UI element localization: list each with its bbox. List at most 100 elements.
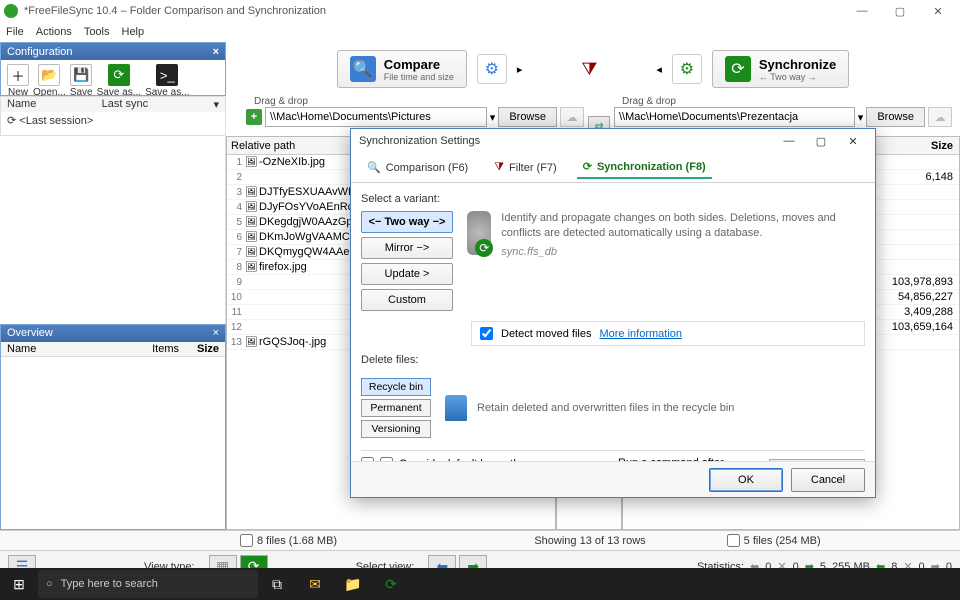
- overview-close-icon[interactable]: ×: [213, 327, 219, 340]
- menu-file[interactable]: File: [6, 26, 24, 38]
- browse-right-button[interactable]: Browse: [866, 107, 925, 127]
- chevron-down-icon[interactable]: ▾: [858, 111, 864, 124]
- sync-settings-dialog: Synchronization Settings — ▢ ✕ 🔍Comparis…: [350, 128, 876, 498]
- override-log-label: Override default log path:: [399, 458, 523, 462]
- variant-description: Identify and propagate changes on both s…: [501, 212, 836, 239]
- overview-col-name: Name: [7, 343, 135, 355]
- sync-icon: ⟳: [725, 56, 751, 82]
- tab-synchronization[interactable]: ⟳Synchronization (F8): [577, 156, 712, 179]
- browse-left-button[interactable]: Browse: [498, 107, 557, 127]
- cloud-icon[interactable]: ☁: [928, 107, 952, 127]
- saveas-batch[interactable]: >_Save as...: [145, 64, 189, 98]
- config-col-last-sync: Last sync: [102, 98, 148, 111]
- arrow-icon: ◂: [656, 63, 662, 76]
- status-bar: 8 files (1.68 MB) Showing 13 of 13 rows …: [0, 530, 960, 550]
- row-count: Showing 13 of 13 rows: [534, 535, 645, 547]
- search-placeholder: Type here to search: [61, 578, 158, 590]
- config-col-name: Name: [7, 98, 36, 111]
- dialog-maximize[interactable]: ▢: [807, 135, 835, 148]
- dragdrop-label-right: Drag & drop: [614, 96, 952, 107]
- dialog-title: Synchronization Settings: [359, 135, 775, 147]
- add-folder-pair-button[interactable]: +: [246, 109, 262, 125]
- left-summary: 8 files (1.68 MB): [257, 535, 337, 547]
- task-view-icon[interactable]: ⧉: [258, 568, 296, 600]
- window-title: *FreeFileSync 10.4 – Folder Comparison a…: [24, 5, 844, 17]
- save-config[interactable]: 💾Save: [70, 64, 93, 98]
- dragdrop-label-left: Drag & drop: [246, 96, 584, 107]
- synchronize-button[interactable]: ⟳ Synchronize← Two way →: [712, 50, 849, 88]
- chevron-down-icon[interactable]: ▾: [213, 98, 219, 111]
- more-info-link[interactable]: More information: [599, 328, 682, 340]
- sync-label: Synchronize: [759, 57, 836, 72]
- minimize-button[interactable]: —: [844, 0, 880, 22]
- left-path-input[interactable]: [265, 107, 487, 127]
- override-log-expand[interactable]: [361, 457, 374, 461]
- configuration-panel: Configuration × ＋New📂Open...💾Save⟳Save a…: [0, 42, 226, 96]
- delete-files-label: Delete files:: [361, 354, 865, 366]
- explorer-icon[interactable]: 📁: [334, 568, 372, 600]
- menu-actions[interactable]: Actions: [36, 26, 72, 38]
- overview-col-items: Items: [135, 343, 179, 355]
- delete-permanent[interactable]: Permanent: [361, 399, 431, 417]
- delete-description: Retain deleted and overwritten files in …: [477, 402, 734, 414]
- menu-bar: File Actions Tools Help: [0, 22, 960, 42]
- right-select-all[interactable]: [727, 534, 740, 547]
- compare-tab-icon: 🔍: [367, 161, 381, 174]
- titlebar: *FreeFileSync 10.4 – Folder Comparison a…: [0, 0, 960, 22]
- detect-moved-checkbox[interactable]: [480, 327, 493, 340]
- dialog-minimize[interactable]: —: [775, 135, 803, 148]
- menu-help[interactable]: Help: [122, 26, 145, 38]
- delete-versioning[interactable]: Versioning: [361, 420, 431, 438]
- windows-taskbar: ⊞ ○ Type here to search ⧉ ✉ 📁 ⟳: [0, 568, 960, 600]
- start-button[interactable]: ⊞: [0, 568, 38, 600]
- sync-subtitle: ← Two way →: [759, 72, 836, 82]
- variant-db-name: sync.ffs_db: [501, 245, 865, 260]
- left-select-all[interactable]: [240, 534, 253, 547]
- menu-tools[interactable]: Tools: [84, 26, 110, 38]
- database-icon: [467, 211, 491, 255]
- override-log-checkbox[interactable]: [380, 457, 393, 461]
- variant-mirror[interactable]: Mirror −>: [361, 237, 453, 259]
- on-completion-select[interactable]: On completion:: [769, 459, 865, 461]
- compare-subtitle: File time and size: [384, 72, 454, 82]
- sync-tab-icon: ⟳: [583, 160, 592, 173]
- compare-settings-button[interactable]: ⚙: [477, 54, 507, 84]
- chevron-down-icon[interactable]: ▾: [490, 111, 496, 124]
- delete-recycle-bin[interactable]: Recycle bin: [361, 378, 431, 396]
- cloud-icon[interactable]: ☁: [560, 107, 584, 127]
- filter-tab-icon: ⧩: [494, 161, 504, 174]
- close-button[interactable]: ✕: [920, 0, 956, 22]
- cancel-button[interactable]: Cancel: [791, 468, 865, 492]
- taskbar-search[interactable]: ○ Type here to search: [38, 570, 258, 598]
- overview-panel: Overview × Name Items Size: [0, 324, 226, 530]
- open-config[interactable]: 📂Open...: [33, 64, 66, 98]
- ffs-taskbar-icon[interactable]: ⟳: [372, 568, 410, 600]
- arrow-icon: ▸: [517, 63, 523, 76]
- tab-filter[interactable]: ⧩Filter (F7): [488, 157, 562, 178]
- right-summary: 5 files (254 MB): [744, 535, 821, 547]
- right-path-input[interactable]: [614, 107, 855, 127]
- maximize-button[interactable]: ▢: [882, 0, 918, 22]
- config-close-icon[interactable]: ×: [213, 46, 219, 58]
- compare-icon: 🔍: [350, 56, 376, 82]
- variant-two-way[interactable]: <− Two way −>: [361, 211, 453, 233]
- saveas-config[interactable]: ⟳Save as...: [97, 64, 141, 98]
- col-size: Size: [889, 140, 959, 152]
- sync-settings-button[interactable]: ⚙: [672, 54, 702, 84]
- filter-button[interactable]: ⧩: [572, 52, 606, 86]
- config-title: Configuration: [7, 46, 72, 58]
- select-variant-label: Select a variant:: [361, 193, 865, 205]
- variant-custom[interactable]: Custom: [361, 289, 453, 311]
- overview-title: Overview: [7, 327, 53, 340]
- ok-button[interactable]: OK: [709, 468, 783, 492]
- compare-button[interactable]: 🔍 CompareFile time and size: [337, 50, 467, 88]
- tab-comparison[interactable]: 🔍Comparison (F6): [361, 157, 474, 178]
- search-icon: ○: [46, 578, 53, 590]
- dialog-close[interactable]: ✕: [839, 135, 867, 148]
- mail-icon[interactable]: ✉: [296, 568, 334, 600]
- run-after-label: Run a command after synchronization:: [618, 457, 763, 461]
- config-row-last-session[interactable]: ⟳ <Last session>: [1, 112, 225, 129]
- compare-label: Compare: [384, 57, 440, 72]
- new-config[interactable]: ＋New: [7, 64, 29, 98]
- variant-update[interactable]: Update >: [361, 263, 453, 285]
